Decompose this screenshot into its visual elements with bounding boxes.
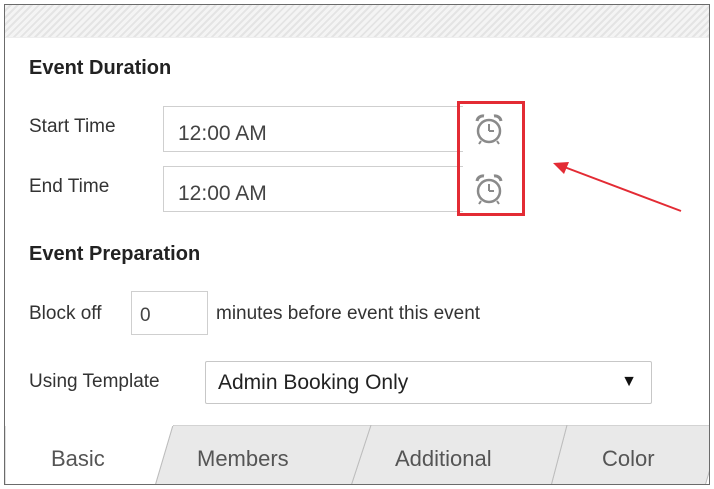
tab-additional[interactable]: Additional [395, 446, 492, 472]
start-time-input[interactable]: 12:00 AM [163, 106, 463, 152]
end-time-clock-icon[interactable] [471, 171, 507, 207]
event-settings-panel: Event Duration Start Time 12:00 AM End T… [4, 4, 710, 485]
block-off-suffix: minutes before event this event [216, 303, 481, 324]
block-off-minutes-input[interactable]: 0 [131, 291, 208, 335]
end-time-label: End Time [29, 176, 110, 197]
tab-members[interactable]: Members [197, 446, 289, 472]
block-off-label: Block off [29, 303, 102, 324]
event-preparation-title: Event Preparation [29, 243, 201, 265]
tab-color[interactable]: Color [602, 446, 655, 472]
start-time-clock-icon[interactable] [471, 111, 507, 147]
template-select-value: Admin Booking Only [218, 371, 409, 394]
end-time-input[interactable]: 12:00 AM [163, 166, 463, 212]
start-time-label: Start Time [29, 116, 116, 137]
template-select[interactable]: Admin Booking Only ▼ [205, 361, 652, 404]
annotation-arrow [553, 162, 682, 212]
using-template-label: Using Template [29, 371, 160, 392]
header-hatch [5, 5, 709, 38]
event-duration-title: Event Duration [29, 57, 172, 79]
caret-down-icon: ▼ [621, 373, 637, 390]
tab-basic[interactable]: Basic [51, 446, 105, 472]
